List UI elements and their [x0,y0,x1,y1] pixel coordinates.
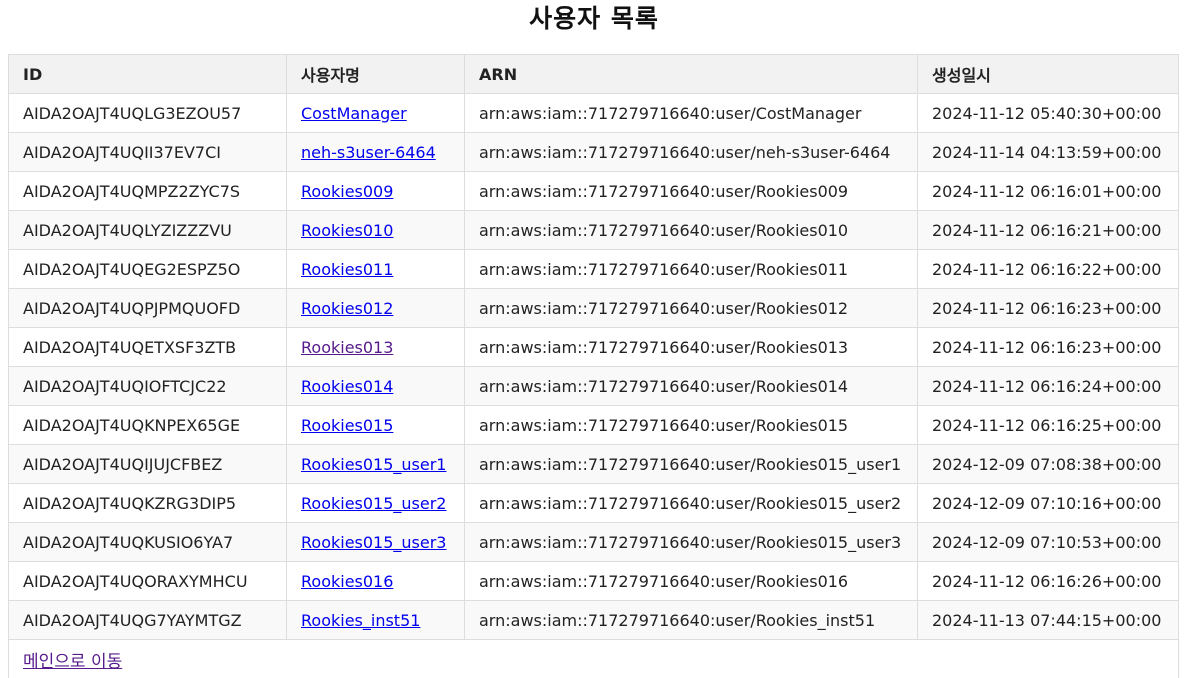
column-header-name: 사용자명 [286,54,465,94]
column-header-id: ID [8,54,287,94]
user-name-cell: Rookies012 [286,288,465,328]
table-row: AIDA2OAJT4UQLG3EZOU57 CostManager arn:aws:… [8,93,1179,133]
user-name-link[interactable]: Rookies013 [301,338,393,357]
table-row: AIDA2OAJT4UQKNPEX65GE Rookies015 arn:aws:i… [8,405,1179,445]
user-id-cell: AIDA2OAJT4UQIOFTCJC22 [8,366,287,406]
user-name-link[interactable]: Rookies_inst51 [301,611,420,630]
user-name-link[interactable]: neh-s3user-6464 [301,143,436,162]
user-id-cell: AIDA2OAJT4UQETXSF3ZTB [8,327,287,367]
user-created-cell: 2024-12-09 07:08:38+00:00 [917,444,1179,484]
table-row: AIDA2OAJT4UQETXSF3ZTB Rookies013 arn:aws:i… [8,327,1179,367]
user-arn-cell: arn:aws:iam::717279716640:user/Rookies01… [464,561,918,601]
user-id-cell: AIDA2OAJT4UQII37EV7CI [8,132,287,172]
table-row: AIDA2OAJT4UQIOFTCJC22 Rookies014 arn:aws:i… [8,366,1179,406]
user-name-link[interactable]: Rookies010 [301,221,393,240]
user-arn-cell: arn:aws:iam::717279716640:user/Rookies01… [464,522,918,562]
user-created-cell: 2024-11-12 06:16:21+00:00 [917,210,1179,250]
user-created-cell: 2024-11-13 07:44:15+00:00 [917,600,1179,640]
user-name-cell: neh-s3user-6464 [286,132,465,172]
table-header-row: ID 사용자명 ARN 생성일시 [8,54,1179,94]
user-name-link[interactable]: Rookies009 [301,182,393,201]
user-id-cell: AIDA2OAJT4UQKNPEX65GE [8,405,287,445]
user-created-cell: 2024-11-12 06:16:01+00:00 [917,171,1179,211]
table-row: AIDA2OAJT4UQIJUJCFBEZ Rookies015_user1 arn… [8,444,1179,484]
user-name-cell: Rookies013 [286,327,465,367]
user-id-cell: AIDA2OAJT4UQPJPMQUOFD [8,288,287,328]
user-id-cell: AIDA2OAJT4UQLYZIZZZVU [8,210,287,250]
user-name-link[interactable]: Rookies015 [301,416,393,435]
user-name-cell: Rookies010 [286,210,465,250]
user-name-link[interactable]: Rookies015_user2 [301,494,446,513]
user-id-cell: AIDA2OAJT4UQG7YAYMTGZ [8,600,287,640]
user-created-cell: 2024-11-12 05:40:30+00:00 [917,93,1179,133]
go-to-main-link[interactable]: 메인으로 이동 [23,647,122,672]
table-row: AIDA2OAJT4UQMPZ2ZYC7S Rookies009 arn:aws:i… [8,171,1179,211]
user-created-cell: 2024-11-12 06:16:24+00:00 [917,366,1179,406]
table-row: AIDA2OAJT4UQII37EV7CI neh-s3user-6464 arn:… [8,132,1179,172]
table-row: AIDA2OAJT4UQG7YAYMTGZ Rookies_inst51 arn:a… [8,600,1179,640]
user-created-cell: 2024-12-09 07:10:53+00:00 [917,522,1179,562]
user-name-link[interactable]: Rookies011 [301,260,393,279]
table-row: AIDA2OAJT4UQKZRG3DIP5 Rookies015_user2 arn… [8,483,1179,523]
user-name-cell: Rookies015_user3 [286,522,465,562]
user-name-cell: Rookies015 [286,405,465,445]
user-name-cell: Rookies016 [286,561,465,601]
user-id-cell: AIDA2OAJT4UQKZRG3DIP5 [8,483,287,523]
user-created-cell: 2024-11-14 04:13:59+00:00 [917,132,1179,172]
user-created-cell: 2024-11-12 06:16:26+00:00 [917,561,1179,601]
user-name-cell: Rookies011 [286,249,465,289]
user-arn-cell: arn:aws:iam::717279716640:user/neh-s3use… [464,132,918,172]
footer-cell [8,639,1179,678]
table-row: AIDA2OAJT4UQLYZIZZZVU Rookies010 arn:aws:i… [8,210,1179,250]
user-created-cell: 2024-12-09 07:10:16+00:00 [917,483,1179,523]
page-title: 사용자 목록 [529,4,659,33]
user-name-link[interactable]: Rookies012 [301,299,393,318]
user-arn-cell: arn:aws:iam::717279716640:user/Rookies01… [464,249,918,289]
user-id-cell: AIDA2OAJT4UQORAXYMHCU [8,561,287,601]
user-id-cell: AIDA2OAJT4UQLG3EZOU57 [8,93,287,133]
user-arn-cell: arn:aws:iam::717279716640:user/Rookies_i… [464,600,918,640]
table-row: AIDA2OAJT4UQPJPMQUOFD Rookies012 arn:aws:i… [8,288,1179,328]
user-name-cell: CostManager [286,93,465,133]
user-arn-cell: arn:aws:iam::717279716640:user/Rookies01… [464,288,918,328]
page: 사용자 목록 ID 사용자명 ARN 생성일시 AIDA2OAJT4UQLG3E… [0,0,1188,678]
user-created-cell: 2024-11-12 06:16:22+00:00 [917,249,1179,289]
column-header-arn: ARN [464,54,918,94]
table-row: AIDA2OAJT4UQORAXYMHCU Rookies016 arn:aws:i… [8,561,1179,601]
user-id-cell: AIDA2OAJT4UQIJUJCFBEZ [8,444,287,484]
user-id-cell: AIDA2OAJT4UQMPZ2ZYC7S [8,171,287,211]
user-id-cell: AIDA2OAJT4UQEG2ESPZ5O [8,249,287,289]
users-table: ID 사용자명 ARN 생성일시 AIDA2OAJT4UQLG3EZOU57 Co… [8,54,1179,640]
user-arn-cell: arn:aws:iam::717279716640:user/Rookies01… [464,444,918,484]
user-created-cell: 2024-11-12 06:16:23+00:00 [917,288,1179,328]
user-name-cell: Rookies015_user2 [286,483,465,523]
user-arn-cell: arn:aws:iam::717279716640:user/Rookies01… [464,366,918,406]
user-id-cell: AIDA2OAJT4UQKUSIO6YA7 [8,522,287,562]
user-name-link[interactable]: Rookies015_user3 [301,533,446,552]
user-created-cell: 2024-11-12 06:16:25+00:00 [917,405,1179,445]
user-arn-cell: arn:aws:iam::717279716640:user/Rookies01… [464,483,918,523]
user-name-link[interactable]: Rookies015_user1 [301,455,446,474]
user-name-link[interactable]: CostManager [301,104,407,123]
user-arn-cell: arn:aws:iam::717279716640:user/Rookies01… [464,327,918,367]
user-arn-cell: arn:aws:iam::717279716640:user/CostManag… [464,93,918,133]
user-arn-cell: arn:aws:iam::717279716640:user/Rookies01… [464,405,918,445]
user-name-cell: Rookies_inst51 [286,600,465,640]
user-created-cell: 2024-11-12 06:16:23+00:00 [917,327,1179,367]
table-body: AIDA2OAJT4UQLG3EZOU57 CostManager arn:aws:… [8,93,1179,640]
table-row: AIDA2OAJT4UQKUSIO6YA7 Rookies015_user3 arn… [8,522,1179,562]
user-name-cell: Rookies014 [286,366,465,406]
user-name-link[interactable]: Rookies014 [301,377,393,396]
user-arn-cell: arn:aws:iam::717279716640:user/Rookies00… [464,171,918,211]
user-arn-cell: arn:aws:iam::717279716640:user/Rookies01… [464,210,918,250]
table-row: AIDA2OAJT4UQEG2ESPZ5O Rookies011 arn:aws:i… [8,249,1179,289]
user-name-cell: Rookies015_user1 [286,444,465,484]
user-name-cell: Rookies009 [286,171,465,211]
user-name-link[interactable]: Rookies016 [301,572,393,591]
column-header-created: 생성일시 [917,54,1179,94]
